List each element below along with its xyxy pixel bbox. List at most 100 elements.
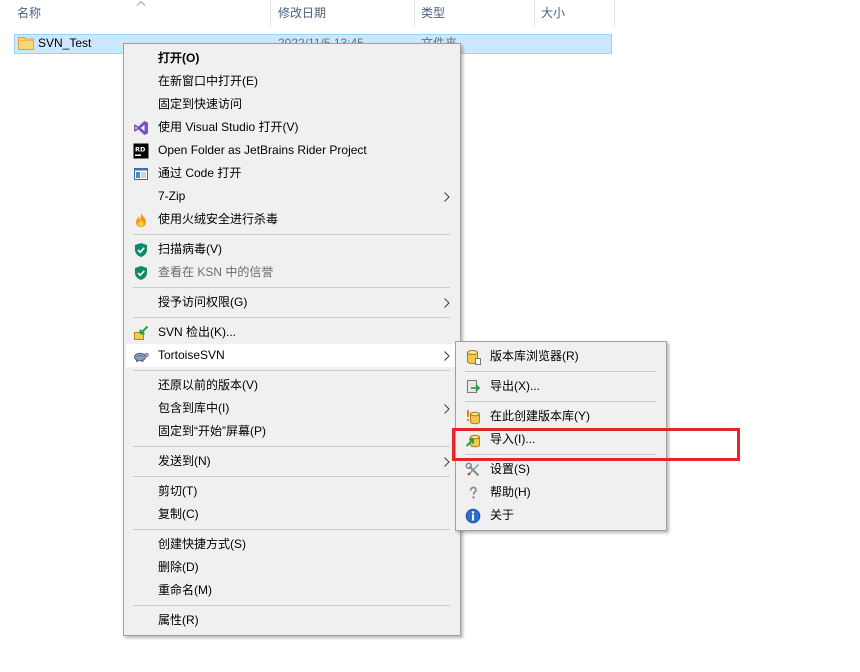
menu-item-label: 帮助(H): [490, 485, 531, 499]
chevron-right-icon: [444, 351, 450, 361]
folder-icon: [18, 36, 34, 50]
menu-item-label: 发送到(N): [158, 454, 211, 468]
submenu-item-settings[interactable]: 设置(S): [458, 458, 664, 481]
huorong-flame-icon: [133, 212, 149, 228]
menu-item-label: 关于: [490, 508, 515, 522]
menu-item-open-code[interactable]: 通过 Code 打开: [126, 162, 458, 185]
rider-logo-text: RD: [135, 145, 146, 153]
chevron-up-icon: [136, 0, 146, 6]
chevron-right-icon: [444, 192, 450, 202]
visual-studio-icon: [133, 120, 149, 136]
menu-item-open[interactable]: 打开(O): [126, 47, 458, 70]
menu-item-properties[interactable]: 属性(R): [126, 609, 458, 632]
menu-item-restore-versions[interactable]: 还原以前的版本(V): [126, 374, 458, 397]
menu-item-label: 创建快捷方式(S): [158, 537, 246, 551]
kaspersky-shield-icon: [133, 242, 149, 258]
menu-item-label: 在新窗口中打开(E): [158, 74, 258, 88]
menu-item-label: 属性(R): [158, 613, 199, 627]
menu-item-copy[interactable]: 复制(C): [126, 503, 458, 526]
menu-item-label: 复制(C): [158, 507, 199, 521]
menu-item-label: Open Folder as JetBrains Rider Project: [158, 143, 367, 157]
menu-item-label: 剪切(T): [158, 484, 198, 498]
menu-item-rename[interactable]: 重命名(M): [126, 579, 458, 602]
column-header-name[interactable]: 名称: [17, 6, 41, 20]
menu-item-label: 查看在 KSN 中的信誉: [158, 265, 274, 279]
menu-item-label: 包含到库中(I): [158, 401, 230, 415]
column-divider[interactable]: [414, 0, 415, 26]
menu-item-scan-virus[interactable]: 扫描病毒(V): [126, 238, 458, 261]
menu-item-label: 打开(O): [158, 51, 200, 65]
column-divider[interactable]: [534, 0, 535, 26]
menu-item-label: 固定到“开始”屏幕(P): [158, 424, 266, 438]
menu-item-tortoisesvn[interactable]: TortoiseSVN: [126, 344, 458, 367]
column-header-modified[interactable]: 修改日期: [278, 6, 326, 20]
menu-separator: [126, 284, 458, 291]
menu-item-label: 还原以前的版本(V): [158, 378, 258, 392]
chevron-right-icon: [444, 404, 450, 414]
svn-checkout-icon: [133, 325, 149, 341]
menu-item-pin-quick-access[interactable]: 固定到快速访问: [126, 93, 458, 116]
export-icon: [465, 379, 481, 395]
menu-item-open-rider[interactable]: RD Open Folder as JetBrains Rider Projec…: [126, 139, 458, 162]
kaspersky-shield-icon: [133, 265, 149, 281]
menu-separator: [126, 602, 458, 609]
menu-item-label: 使用 Visual Studio 打开(V): [158, 120, 299, 134]
menu-item-label: 重命名(M): [158, 583, 212, 597]
submenu-item-create-repository[interactable]: 在此创建版本库(Y): [458, 405, 664, 428]
menu-item-ksn-reputation: 查看在 KSN 中的信誉: [126, 261, 458, 284]
submenu-item-about[interactable]: 关于: [458, 504, 664, 527]
menu-item-label: 导出(X)...: [490, 379, 540, 393]
code-window-icon: [133, 166, 149, 182]
file-name[interactable]: SVN_Test: [38, 36, 91, 50]
menu-item-give-access[interactable]: 授予访问权限(G): [126, 291, 458, 314]
menu-item-label: 版本库浏览器(R): [490, 349, 579, 363]
menu-separator: [126, 367, 458, 374]
menu-item-label: 使用火绒安全进行杀毒: [158, 212, 279, 226]
about-icon: [465, 508, 481, 524]
menu-item-svn-checkout[interactable]: SVN 检出(K)...: [126, 321, 458, 344]
column-header-type[interactable]: 类型: [421, 6, 445, 20]
menu-separator: [126, 443, 458, 450]
menu-item-label: 固定到快速访问: [158, 97, 243, 111]
menu-item-label: 通过 Code 打开: [158, 166, 242, 180]
menu-item-label: 7-Zip: [158, 189, 186, 203]
menu-item-huorong-scan[interactable]: 使用火绒安全进行杀毒: [126, 208, 458, 231]
red-highlight-box: [452, 428, 740, 461]
menu-item-pin-start[interactable]: 固定到“开始”屏幕(P): [126, 420, 458, 443]
menu-separator: [458, 368, 664, 375]
menu-item-delete[interactable]: 删除(D): [126, 556, 458, 579]
column-divider[interactable]: [270, 0, 271, 26]
menu-separator: [458, 398, 664, 405]
menu-separator: [126, 473, 458, 480]
submenu-item-repo-browser[interactable]: 版本库浏览器(R): [458, 345, 664, 368]
jetbrains-rider-icon: RD: [133, 143, 149, 159]
menu-item-label: 删除(D): [158, 560, 199, 574]
column-header-size[interactable]: 大小: [541, 6, 565, 20]
chevron-right-icon: [444, 457, 450, 467]
menu-item-label: 扫描病毒(V): [158, 242, 222, 256]
menu-item-label: 设置(S): [490, 462, 530, 476]
menu-separator: [126, 526, 458, 533]
submenu-item-help[interactable]: 帮助(H): [458, 481, 664, 504]
menu-item-7zip[interactable]: 7-Zip: [126, 185, 458, 208]
create-repository-icon: [465, 409, 481, 425]
help-icon: [465, 485, 481, 501]
submenu-item-export[interactable]: 导出(X)...: [458, 375, 664, 398]
context-menu: 打开(O) 在新窗口中打开(E) 固定到快速访问 使用 Visual Studi…: [123, 43, 461, 636]
menu-item-send-to[interactable]: 发送到(N): [126, 450, 458, 473]
repo-browser-icon: [465, 349, 481, 365]
column-divider[interactable]: [614, 0, 615, 26]
menu-item-open-visual-studio[interactable]: 使用 Visual Studio 打开(V): [126, 116, 458, 139]
menu-item-label: 授予访问权限(G): [158, 295, 248, 309]
chevron-right-icon: [444, 298, 450, 308]
menu-item-cut[interactable]: 剪切(T): [126, 480, 458, 503]
menu-item-label: TortoiseSVN: [158, 348, 225, 362]
menu-separator: [126, 314, 458, 321]
menu-item-label: SVN 检出(K)...: [158, 325, 237, 339]
settings-icon: [465, 462, 481, 478]
menu-separator: [126, 231, 458, 238]
menu-item-open-new-window[interactable]: 在新窗口中打开(E): [126, 70, 458, 93]
menu-item-include-library[interactable]: 包含到库中(I): [126, 397, 458, 420]
tortoisesvn-icon: [133, 348, 149, 364]
menu-item-create-shortcut[interactable]: 创建快捷方式(S): [126, 533, 458, 556]
